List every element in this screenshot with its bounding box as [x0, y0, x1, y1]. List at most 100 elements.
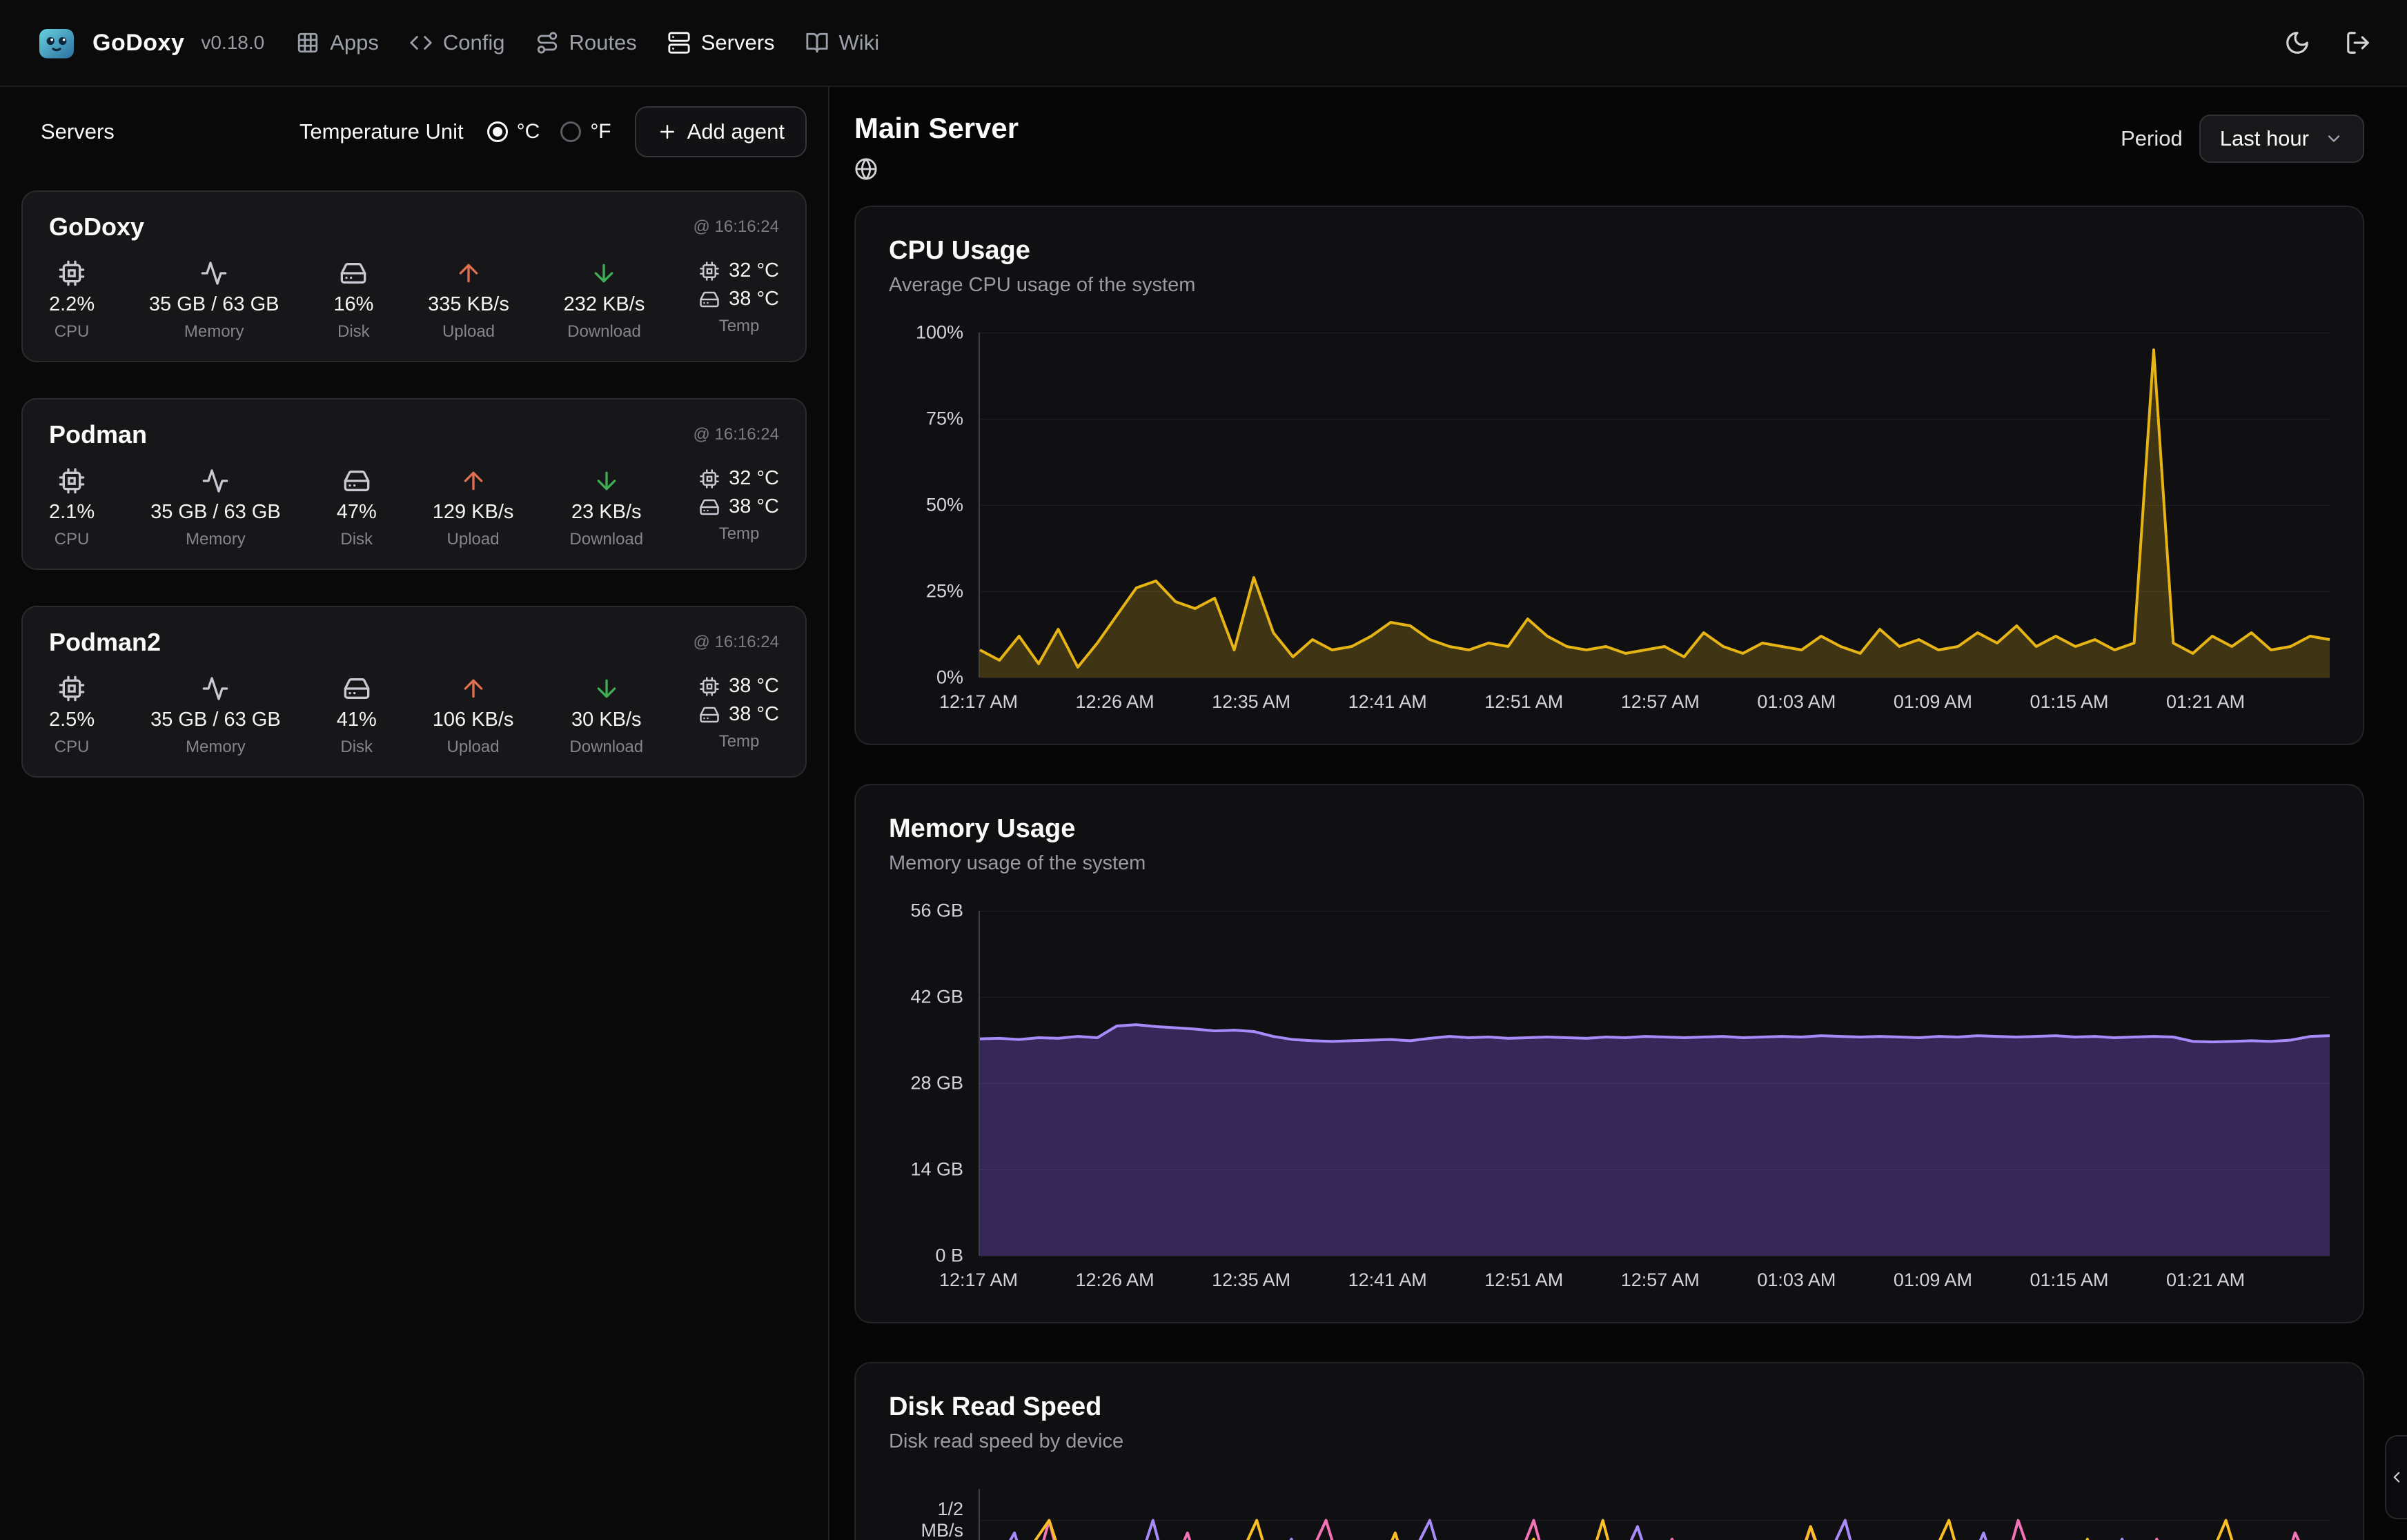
x-tick-label: 12:57 AM: [1621, 1270, 1700, 1291]
download-label: Download: [569, 738, 643, 757]
x-tick-label: 12:35 AM: [1212, 691, 1290, 713]
arrow-up-icon: [455, 259, 482, 287]
cpu-value: 2.5%: [49, 709, 95, 731]
disk-label: Disk: [340, 530, 373, 549]
globe-icon: [854, 157, 1019, 181]
download-value: 30 KB/s: [571, 709, 642, 731]
nav-label: Wiki: [839, 30, 880, 55]
temp-label: Temp: [719, 732, 760, 751]
hard-drive-icon: [340, 259, 367, 287]
download-stat: 232 KB/s Download: [564, 259, 645, 342]
add-agent-button[interactable]: Add agent: [635, 106, 807, 157]
cpu-value: 2.2%: [49, 293, 95, 316]
x-axis: 12:17 AM12:26 AM12:35 AM12:41 AM12:51 AM…: [889, 691, 2330, 716]
temp-stat: 32 °C 38 °C Temp: [699, 259, 779, 342]
fahrenheit-label: °F: [590, 120, 611, 144]
x-tick-label: 12:17 AM: [939, 1270, 1018, 1291]
activity-icon: [202, 467, 229, 495]
godoxy-logo-icon: [36, 22, 77, 63]
nav-items: Apps Config Routes Servers Wiki: [296, 30, 879, 55]
y-tick-label: 0%: [936, 667, 963, 689]
nav-item-config[interactable]: Config: [409, 30, 505, 55]
nav-item-routes[interactable]: Routes: [536, 30, 637, 55]
cpu-label: CPU: [55, 322, 90, 342]
version-label: v0.18.0: [201, 32, 264, 54]
disk-value: 16%: [333, 293, 373, 316]
memory-label: Memory: [186, 738, 246, 757]
y-tick-label: 0 B: [935, 1245, 963, 1267]
page-title: Main Server: [854, 112, 1019, 145]
memory-stat: 35 GB / 63 GB Memory: [150, 675, 281, 757]
brand-name: GoDoxy: [92, 30, 184, 57]
cpu-temp-value: 32 °C: [729, 259, 779, 282]
top-navbar: GoDoxy v0.18.0 Apps Config Routes Server…: [0, 0, 2407, 87]
y-tick-label: 1/2 MB/s: [921, 1499, 963, 1540]
download-label: Download: [569, 530, 643, 549]
celsius-radio[interactable]: °C: [487, 120, 540, 144]
hard-drive-icon: [699, 704, 720, 725]
server-card-godoxy[interactable]: GoDoxy @ 16:16:24 2.2% CPU 35 GB / 63 GB…: [21, 190, 807, 362]
logout-icon[interactable]: [2345, 30, 2371, 56]
plot-area: [979, 333, 2330, 678]
arrow-up-icon: [460, 675, 487, 702]
nav-item-wiki[interactable]: Wiki: [805, 30, 880, 55]
server-name: Podman: [49, 420, 147, 449]
upload-value: 129 KB/s: [433, 501, 514, 524]
chart-title: CPU Usage: [889, 236, 2330, 266]
memory-stat: 35 GB / 63 GB Memory: [149, 259, 279, 342]
download-label: Download: [567, 322, 641, 342]
collapse-panel-handle[interactable]: [2385, 1435, 2407, 1519]
upload-label: Upload: [447, 738, 500, 757]
upload-stat: 335 KB/s Upload: [428, 259, 509, 342]
y-tick-label: 75%: [926, 408, 963, 430]
cpu-chip-icon: [58, 259, 86, 287]
download-stat: 30 KB/s Download: [569, 675, 643, 757]
x-tick-label: 01:21 AM: [2166, 691, 2245, 713]
x-tick-label: 12:17 AM: [939, 691, 1018, 713]
cpu-temp-value: 38 °C: [729, 675, 779, 698]
nav-label: Config: [443, 30, 505, 55]
main-content: Main Server Period Last hour CPU Usage A…: [829, 87, 2407, 1540]
period-dropdown[interactable]: Last hour: [2199, 115, 2364, 163]
y-axis: 1/2 MB/s: [889, 1489, 979, 1540]
x-tick-label: 01:15 AM: [2030, 1270, 2108, 1291]
period-value: Last hour: [2220, 126, 2309, 151]
temp-label: Temp: [719, 317, 760, 336]
chart-plot-row: 1/2 MB/s: [889, 1489, 2330, 1540]
cpu-usage-card: CPU Usage Average CPU usage of the syste…: [854, 206, 2364, 745]
chart-subtitle: Disk read speed by device: [889, 1430, 2330, 1453]
upload-stat: 129 KB/s Upload: [433, 467, 514, 549]
y-tick-label: 56 GB: [910, 900, 963, 922]
nav-item-servers[interactable]: Servers: [667, 30, 775, 55]
temperature-radio-group: °C °F: [487, 120, 611, 144]
chevron-down-icon: [2324, 129, 2344, 148]
y-tick-label: 50%: [926, 495, 963, 516]
nav-right: [2284, 30, 2371, 56]
x-tick-label: 12:26 AM: [1076, 691, 1155, 713]
hard-drive-icon: [699, 289, 720, 310]
cpu-chip-icon: [699, 468, 720, 489]
temperature-unit-label: Temperature Unit: [299, 119, 464, 144]
fahrenheit-radio[interactable]: °F: [560, 120, 611, 144]
chart-subtitle: Memory usage of the system: [889, 852, 2330, 875]
server-card-podman[interactable]: Podman @ 16:16:24 2.1% CPU 35 GB / 63 GB…: [21, 398, 807, 570]
dark-mode-toggle-moon-icon[interactable]: [2284, 30, 2310, 56]
period-label: Period: [2121, 126, 2183, 151]
nav-item-apps[interactable]: Apps: [296, 30, 379, 55]
disk-temp-value: 38 °C: [729, 495, 779, 518]
disk-value: 41%: [337, 709, 377, 731]
upload-label: Upload: [442, 322, 495, 342]
server-card-podman2[interactable]: Podman2 @ 16:16:24 2.5% CPU 35 GB / 63 G…: [21, 606, 807, 778]
upload-stat: 106 KB/s Upload: [433, 675, 514, 757]
activity-icon: [200, 259, 228, 287]
y-tick-label: 14 GB: [910, 1159, 963, 1181]
disk-read-speed-card: Disk Read Speed Disk read speed by devic…: [854, 1362, 2364, 1540]
nav-label: Apps: [330, 30, 379, 55]
x-tick-label: 12:51 AM: [1484, 691, 1563, 713]
route-icon: [536, 31, 559, 55]
server-list: GoDoxy @ 16:16:24 2.2% CPU 35 GB / 63 GB…: [21, 190, 807, 778]
servers-sidebar: Servers Temperature Unit °C °F Add agent: [0, 87, 829, 1540]
hard-drive-icon: [343, 467, 371, 495]
memory-usage-chart: 56 GB42 GB28 GB14 GB0 B12:17 AM12:26 AM1…: [889, 911, 2330, 1294]
arrow-down-icon: [590, 259, 618, 287]
